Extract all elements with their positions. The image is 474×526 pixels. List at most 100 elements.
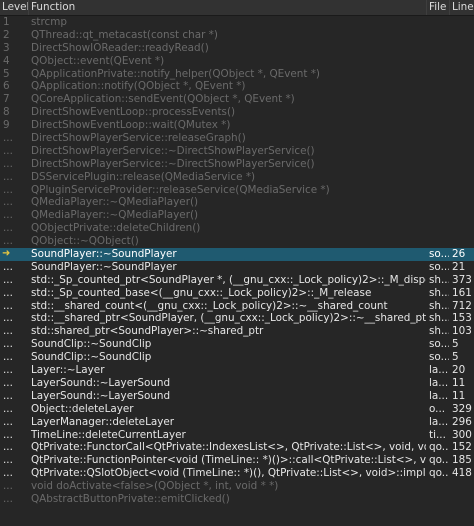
frame-file — [426, 29, 449, 42]
frame-file — [426, 196, 449, 209]
header-level[interactable]: Level — [0, 0, 28, 15]
stack-frame-row[interactable]: 6 QApplication::notify(QObject *, QEvent … — [0, 80, 474, 93]
header-file[interactable]: File — [426, 0, 449, 15]
frame-level: 4 — [0, 55, 28, 68]
stack-frame-row[interactable]: ... DirectShowPlayerService::~DirectShowP… — [0, 158, 474, 171]
stack-frame-row[interactable]: ... std::shared_ptr<SoundPlayer>::~shared… — [0, 325, 474, 338]
frame-level: ... — [0, 261, 28, 274]
frame-file — [426, 132, 449, 145]
stack-frame-row-current[interactable]: ➜ SoundPlayer::~SoundPlayer so... 26 — [0, 248, 474, 261]
stack-frame-row[interactable]: ... std::__shared_count<(__gnu_cxx::_Lock… — [0, 300, 474, 313]
stack-frame-row[interactable]: ... QObjectPrivate::deleteChildren() — [0, 222, 474, 235]
frame-line: 11 — [452, 376, 466, 389]
frame-file — [426, 42, 449, 55]
stack-frame-row[interactable]: ... SoundClip::~SoundClip so... 5 — [0, 351, 474, 364]
frame-file: ti... — [429, 428, 446, 441]
frame-function: strcmp — [31, 16, 67, 28]
frame-level-text: ... — [3, 325, 13, 338]
frame-level-text: ... — [3, 389, 13, 402]
frame-file — [426, 16, 449, 29]
stack-frame-row[interactable]: ... void doActivate<false>(QObject *, int… — [0, 480, 474, 493]
frame-file — [426, 209, 449, 222]
stack-frame-row[interactable]: 7 QCoreApplication::sendEvent(QObject *, … — [0, 93, 474, 106]
frame-function: QObjectPrivate::deleteChildren() — [31, 222, 201, 235]
stack-frame-row[interactable]: 9 DirectShowEventLoop::wait(QMutex *) — [0, 119, 474, 132]
stack-frame-row[interactable]: ... DirectShowPlayerService::~DirectShowP… — [0, 145, 474, 158]
frame-level: ... — [0, 312, 28, 325]
frame-level: ... — [0, 325, 28, 338]
stack-frame-row[interactable]: 8 DirectShowEventLoop::processEvents() — [0, 106, 474, 119]
stack-frame-row[interactable]: ... QtPrivate::FunctorCall<QtPrivate::Ind… — [0, 441, 474, 454]
frame-line — [449, 93, 474, 106]
frame-level: ... — [0, 222, 28, 235]
stack-frame-row[interactable]: ... QObject::~QObject() — [0, 235, 474, 248]
frame-function: QApplication::notify(QObject *, QEvent *… — [31, 80, 246, 93]
frame-line — [449, 480, 474, 493]
frame-level-text: ... — [3, 441, 13, 454]
frame-file — [426, 93, 449, 106]
frame-file: sh... — [429, 273, 449, 286]
frame-function: SoundPlayer::~SoundPlayer — [31, 260, 177, 273]
frame-line: 300 — [452, 428, 472, 441]
frame-function: SoundClip::~SoundClip — [31, 351, 152, 364]
frame-line — [449, 235, 474, 248]
stack-frame-row[interactable]: ... SoundPlayer::~SoundPlayer so... 21 — [0, 261, 474, 274]
stack-frame-row[interactable]: 1 strcmp — [0, 16, 474, 29]
frame-level: ... — [0, 287, 28, 300]
header-function[interactable]: Function — [28, 0, 426, 15]
stack-frame-row[interactable]: ... DSServicePlugin::release(QMediaServic… — [0, 171, 474, 184]
current-frame-arrow-icon: ➜ — [2, 248, 11, 260]
stack-frame-row[interactable]: 3 DirectShowIOReader::readyRead() — [0, 42, 474, 55]
stack-frame-row[interactable]: ... LayerManager::deleteLayer la... 296 — [0, 416, 474, 429]
stack-frame-row[interactable]: ... QMediaPlayer::~QMediaPlayer() — [0, 196, 474, 209]
frame-level-text: 9 — [3, 119, 10, 132]
stack-frame-row[interactable]: 5 QApplicationPrivate::notify_helper(QObj… — [0, 68, 474, 81]
stack-frame-row[interactable]: ... QMediaPlayer::~QMediaPlayer() — [0, 209, 474, 222]
frame-level: ... — [0, 184, 28, 197]
frame-level-text: ... — [3, 157, 13, 170]
stack-frame-row[interactable]: ... QAbstractButtonPrivate::emitClicked() — [0, 493, 474, 506]
stack-frame-row[interactable]: ... Layer::~Layer la... 20 — [0, 364, 474, 377]
frame-level-text: ... — [3, 183, 13, 196]
stack-frame-row[interactable]: ... Object::deleteLayer o... 329 — [0, 403, 474, 416]
stack-frame-row[interactable]: ... QtPrivate::QSlotObject<void (TimeLine… — [0, 467, 474, 480]
frame-file: qo... — [429, 454, 449, 467]
stack-frame-row[interactable]: 2 QThread::qt_metacast(const char *) — [0, 29, 474, 42]
frame-level: ... — [0, 300, 28, 313]
frame-level: 1 — [0, 16, 28, 29]
stack-frame-row[interactable]: ... DirectShowPlayerService::releaseGraph… — [0, 132, 474, 145]
frame-level: ... — [0, 416, 28, 429]
table-header: Level Function File Line — [0, 0, 474, 16]
frame-line — [449, 196, 474, 209]
frame-file: la... — [429, 376, 449, 389]
stack-frame-row[interactable]: 4 QObject::event(QEvent *) — [0, 55, 474, 68]
frame-level: ➜ — [0, 248, 28, 261]
frame-line — [449, 493, 474, 506]
frame-function: SoundClip::~SoundClip — [31, 338, 152, 351]
stack-frame-row[interactable]: ... LayerSound::~LayerSound la... 11 — [0, 390, 474, 403]
stack-frame-row[interactable]: ... SoundClip::~SoundClip so... 5 — [0, 338, 474, 351]
frame-file — [426, 158, 449, 171]
frame-file — [426, 145, 449, 158]
frame-level-text: ... — [3, 312, 13, 325]
stack-frame-row[interactable]: ... TimeLine::deleteCurrentLayer ti... 300 — [0, 429, 474, 442]
frame-level: 2 — [0, 29, 28, 42]
stack-frame-row[interactable]: ... QPluginServiceProvider::releaseServic… — [0, 184, 474, 197]
header-line[interactable]: Line — [449, 0, 474, 15]
frame-level-text: 8 — [3, 106, 10, 119]
stack-frame-row[interactable]: ... LayerSound::~LayerSound la... 11 — [0, 377, 474, 390]
frame-function: DirectShowPlayerService::releaseGraph() — [31, 132, 246, 145]
frame-file — [426, 68, 449, 81]
frame-file: la... — [429, 415, 449, 428]
frame-file: so... — [429, 351, 449, 364]
frame-line — [449, 29, 474, 42]
frame-level-text: 7 — [3, 93, 10, 106]
frame-function: DirectShowEventLoop::wait(QMutex *) — [31, 119, 231, 132]
stack-frame-row[interactable]: ... std::__shared_ptr<SoundPlayer, (__gnu… — [0, 312, 474, 325]
frame-line: 185 — [452, 454, 472, 467]
frame-level-text: ... — [3, 415, 13, 428]
stack-frame-row[interactable]: ... QtPrivate::FunctionPointer<void (Time… — [0, 454, 474, 467]
stack-frame-row[interactable]: ... std::_Sp_counted_base<(__gnu_cxx::_Lo… — [0, 287, 474, 300]
frame-file: la... — [429, 389, 449, 402]
stack-frame-row[interactable]: ... std::_Sp_counted_ptr<SoundPlayer *, (… — [0, 274, 474, 287]
